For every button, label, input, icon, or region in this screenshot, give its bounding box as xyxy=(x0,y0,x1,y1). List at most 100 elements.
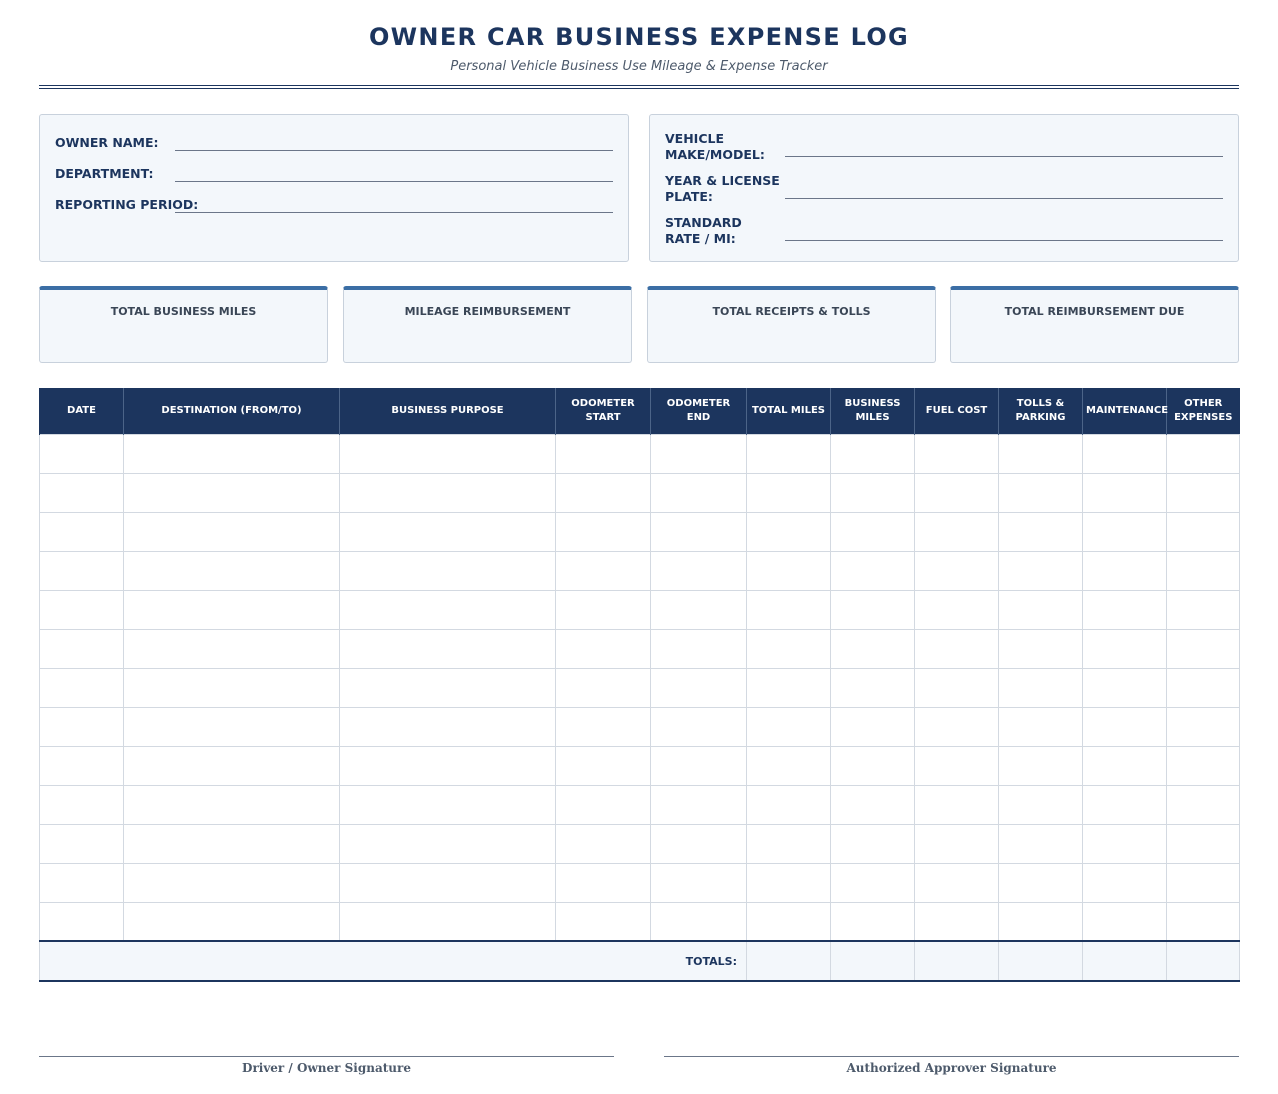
table-cell[interactable] xyxy=(1166,628,1240,669)
table-cell[interactable] xyxy=(650,823,747,864)
table-cell[interactable] xyxy=(830,745,915,786)
table-cell[interactable] xyxy=(339,745,556,786)
table-cell[interactable] xyxy=(650,433,747,474)
table-cell[interactable] xyxy=(830,472,915,513)
table-cell[interactable] xyxy=(998,901,1083,942)
table-cell[interactable] xyxy=(1166,784,1240,825)
table-cell[interactable] xyxy=(123,667,340,708)
table-cell[interactable] xyxy=(1166,706,1240,747)
table-cell[interactable] xyxy=(123,862,340,903)
table-cell[interactable] xyxy=(555,706,651,747)
table-cell[interactable] xyxy=(914,706,999,747)
table-cell[interactable] xyxy=(339,550,556,591)
table-cell[interactable] xyxy=(1082,433,1167,474)
table-cell[interactable] xyxy=(1166,550,1240,591)
table-cell[interactable] xyxy=(123,472,340,513)
table-cell[interactable] xyxy=(998,745,1083,786)
table-cell[interactable] xyxy=(914,862,999,903)
table-cell[interactable] xyxy=(123,628,340,669)
table-cell[interactable] xyxy=(830,823,915,864)
table-cell[interactable] xyxy=(914,550,999,591)
table-cell[interactable] xyxy=(650,667,747,708)
table-cell[interactable] xyxy=(339,862,556,903)
table-cell[interactable] xyxy=(1166,511,1240,552)
table-cell[interactable] xyxy=(555,550,651,591)
table-cell[interactable] xyxy=(339,433,556,474)
table-cell[interactable] xyxy=(746,862,831,903)
totals-total-miles-cell[interactable] xyxy=(746,940,831,982)
table-cell[interactable] xyxy=(830,433,915,474)
table-cell[interactable] xyxy=(1082,589,1167,630)
table-cell[interactable] xyxy=(746,472,831,513)
table-cell[interactable] xyxy=(914,667,999,708)
table-cell[interactable] xyxy=(998,628,1083,669)
table-cell[interactable] xyxy=(746,706,831,747)
table-cell[interactable] xyxy=(830,628,915,669)
table-cell[interactable] xyxy=(914,745,999,786)
table-cell[interactable] xyxy=(746,511,831,552)
table-cell[interactable] xyxy=(1166,472,1240,513)
table-cell[interactable] xyxy=(1166,862,1240,903)
table-cell[interactable] xyxy=(339,628,556,669)
table-cell[interactable] xyxy=(914,511,999,552)
table-cell[interactable] xyxy=(1082,628,1167,669)
table-cell[interactable] xyxy=(1082,667,1167,708)
table-cell[interactable] xyxy=(555,901,651,942)
table-cell[interactable] xyxy=(746,589,831,630)
table-cell[interactable] xyxy=(339,823,556,864)
table-cell[interactable] xyxy=(123,550,340,591)
table-cell[interactable] xyxy=(1082,862,1167,903)
table-cell[interactable] xyxy=(339,901,556,942)
table-cell[interactable] xyxy=(914,901,999,942)
table-cell[interactable] xyxy=(39,706,124,747)
table-cell[interactable] xyxy=(1082,784,1167,825)
table-cell[interactable] xyxy=(555,862,651,903)
table-cell[interactable] xyxy=(1082,901,1167,942)
totals-maintenance-cell[interactable] xyxy=(1082,940,1167,982)
table-cell[interactable] xyxy=(39,550,124,591)
table-cell[interactable] xyxy=(914,784,999,825)
table-cell[interactable] xyxy=(1166,901,1240,942)
totals-business-miles-cell[interactable] xyxy=(830,940,915,982)
table-cell[interactable] xyxy=(830,784,915,825)
table-cell[interactable] xyxy=(746,823,831,864)
table-cell[interactable] xyxy=(39,823,124,864)
table-cell[interactable] xyxy=(123,901,340,942)
table-cell[interactable] xyxy=(998,862,1083,903)
table-cell[interactable] xyxy=(123,433,340,474)
table-cell[interactable] xyxy=(555,433,651,474)
reporting-period-line[interactable] xyxy=(175,212,613,213)
approver-signature-line[interactable] xyxy=(664,1056,1239,1057)
table-cell[interactable] xyxy=(650,628,747,669)
table-cell[interactable] xyxy=(123,706,340,747)
totals-other-expenses-cell[interactable] xyxy=(1166,940,1240,982)
table-cell[interactable] xyxy=(998,784,1083,825)
table-cell[interactable] xyxy=(914,823,999,864)
table-cell[interactable] xyxy=(830,589,915,630)
table-cell[interactable] xyxy=(339,511,556,552)
table-cell[interactable] xyxy=(123,784,340,825)
table-cell[interactable] xyxy=(998,823,1083,864)
table-cell[interactable] xyxy=(39,901,124,942)
table-cell[interactable] xyxy=(650,862,747,903)
table-cell[interactable] xyxy=(1166,823,1240,864)
table-cell[interactable] xyxy=(746,433,831,474)
table-cell[interactable] xyxy=(339,472,556,513)
table-cell[interactable] xyxy=(39,589,124,630)
table-cell[interactable] xyxy=(1166,667,1240,708)
table-cell[interactable] xyxy=(746,667,831,708)
table-cell[interactable] xyxy=(555,823,651,864)
table-cell[interactable] xyxy=(339,667,556,708)
table-cell[interactable] xyxy=(650,472,747,513)
table-cell[interactable] xyxy=(1082,706,1167,747)
table-cell[interactable] xyxy=(339,589,556,630)
table-cell[interactable] xyxy=(998,511,1083,552)
table-cell[interactable] xyxy=(339,784,556,825)
table-cell[interactable] xyxy=(555,745,651,786)
table-cell[interactable] xyxy=(830,667,915,708)
totals-fuel-cost-cell[interactable] xyxy=(914,940,999,982)
table-cell[interactable] xyxy=(998,589,1083,630)
table-cell[interactable] xyxy=(746,628,831,669)
table-cell[interactable] xyxy=(1166,745,1240,786)
table-cell[interactable] xyxy=(830,550,915,591)
